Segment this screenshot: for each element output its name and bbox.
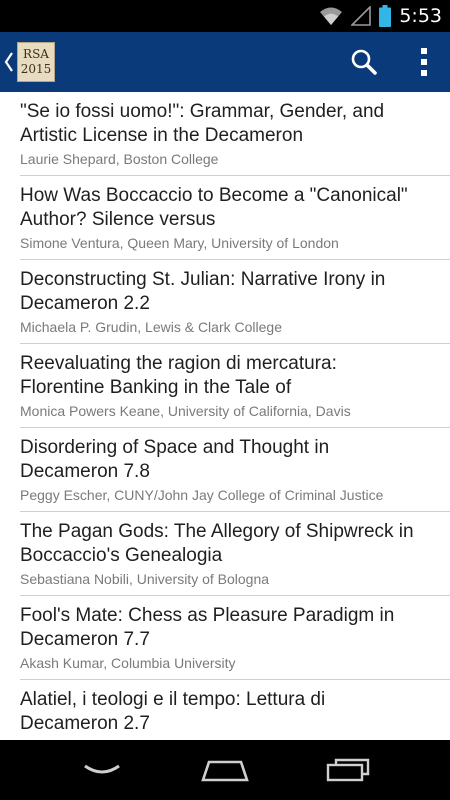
paper-author: Akash Kumar, Columbia University: [20, 655, 236, 671]
battery-icon: [379, 5, 392, 27]
back-caret-icon: [4, 52, 13, 72]
list-item[interactable]: Deconstructing St. Julian: Narrative Iro…: [20, 260, 450, 344]
logo-line1: RSA: [23, 47, 49, 61]
paper-list: "Se io fossi uomo!": Grammar, Gender, an…: [0, 92, 450, 740]
paper-author: Laurie Shepard, Boston College: [20, 151, 219, 167]
back-icon: [83, 764, 120, 774]
list-item[interactable]: Alatiel, i teologi e il tempo: Lettura d…: [20, 680, 450, 740]
search-icon: [351, 49, 377, 75]
search-button[interactable]: [338, 32, 390, 92]
list-item[interactable]: Fool's Mate: Chess as Pleasure Paradigm …: [20, 596, 450, 680]
paper-title: Deconstructing St. Julian: Narrative Iro…: [20, 269, 386, 314]
paper-title: Disordering of Space and Thought in Deca…: [20, 437, 330, 482]
logo-line2: 2015: [20, 62, 52, 76]
navigation-bar: [0, 740, 450, 800]
paper-title: "Se io fossi uomo!": Grammar, Gender, an…: [20, 101, 385, 146]
status-bar: 5:53: [0, 0, 450, 32]
status-time: 5:53: [399, 5, 442, 27]
back-button[interactable]: [62, 740, 142, 800]
paper-title: Alatiel, i teologi e il tempo: Lettura d…: [20, 689, 326, 734]
paper-title: The Pagan Gods: The Allegory of Shipwrec…: [20, 521, 414, 566]
signal-icon: [351, 6, 372, 26]
action-bar: RSA 2015: [0, 32, 450, 92]
paper-title: Fool's Mate: Chess as Pleasure Paradigm …: [20, 605, 395, 650]
home-icon: [201, 760, 249, 782]
list-item[interactable]: How Was Boccaccio to Become a "Canonical…: [20, 176, 450, 260]
paper-title: How Was Boccaccio to Become a "Canonical…: [20, 185, 408, 230]
paper-author: Monica Powers Keane, University of Calif…: [20, 403, 351, 419]
recent-apps-icon: [327, 758, 370, 782]
app-logo: RSA 2015: [17, 42, 55, 82]
paper-author: Simone Ventura, Queen Mary, University o…: [20, 235, 339, 251]
list-item[interactable]: Disordering of Space and Thought in Deca…: [20, 428, 450, 512]
recent-apps-button[interactable]: [308, 740, 388, 800]
paper-author: Michaela P. Grudin, Lewis & Clark Colleg…: [20, 319, 282, 335]
wifi-icon: [320, 7, 343, 25]
paper-author: Sebastiana Nobili, University of Bologna: [20, 571, 270, 587]
home-button[interactable]: [185, 740, 265, 800]
list-item[interactable]: "Se io fossi uomo!": Grammar, Gender, an…: [20, 92, 450, 176]
paper-title: Reevaluating the ragion di mercatura: Fl…: [20, 353, 337, 398]
list-item[interactable]: The Pagan Gods: The Allegory of Shipwrec…: [20, 512, 450, 596]
overflow-menu-icon: [421, 48, 427, 76]
app-home-button[interactable]: RSA 2015: [0, 32, 55, 92]
overflow-menu-button[interactable]: [398, 32, 450, 92]
paper-author: Peggy Escher, CUNY/John Jay College of C…: [20, 487, 384, 503]
list-item[interactable]: Reevaluating the ragion di mercatura: Fl…: [20, 344, 450, 428]
